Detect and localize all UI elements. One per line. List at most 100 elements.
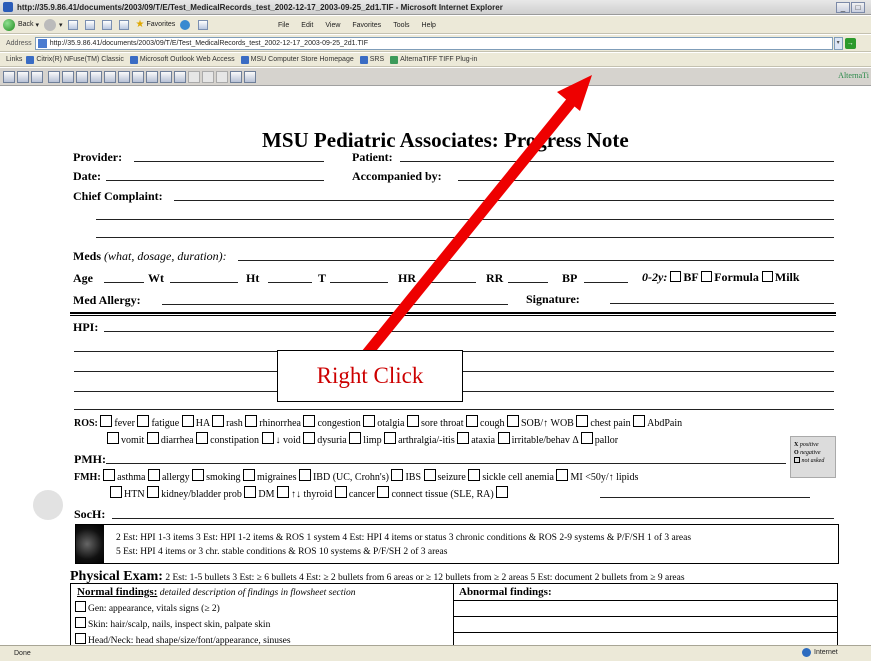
link-citrix[interactable]: Citrix(R) NFuse(TM) Classic [26, 55, 124, 64]
page-next-icon[interactable] [160, 70, 172, 83]
ros-chest-pain-checkbox[interactable] [576, 415, 589, 427]
ros-irritable-checkbox[interactable] [497, 432, 510, 444]
ros-cough-checkbox[interactable] [466, 415, 478, 427]
fmh-cancer-checkbox[interactable] [334, 486, 347, 498]
milk-checkbox[interactable] [761, 271, 773, 282]
fmh-connect-tissue-checkbox[interactable] [377, 486, 390, 498]
fmh-allergy: allergy [161, 472, 190, 483]
patient-label: Patient: [352, 150, 393, 164]
ros-pallor-checkbox[interactable] [580, 432, 593, 444]
menu-favorites[interactable]: Favorites [352, 22, 381, 29]
link-msu-store[interactable]: MSU Computer Store Homepage [240, 55, 354, 64]
page-view-icon[interactable] [118, 70, 130, 83]
rotate-icon[interactable] [174, 70, 186, 83]
ros-abdpain-checkbox[interactable] [633, 415, 646, 427]
fit-width-icon[interactable] [90, 70, 102, 83]
fmh-ibd-checkbox[interactable] [298, 469, 311, 481]
link-outlook[interactable]: Microsoft Outlook Web Access [129, 55, 235, 64]
fmh-seizure-checkbox[interactable] [423, 469, 436, 481]
invert-icon[interactable] [230, 70, 242, 83]
ros-congestion-checkbox[interactable] [303, 415, 316, 427]
history-button[interactable] [198, 19, 210, 30]
link-srs[interactable]: SRS [359, 55, 384, 64]
menu-view[interactable]: View [325, 22, 340, 29]
menu-edit[interactable]: Edit [301, 22, 313, 29]
refresh-button[interactable] [84, 19, 97, 30]
copy-icon[interactable] [31, 70, 43, 83]
bf-checkbox[interactable] [670, 271, 682, 282]
normal-note: detailed description of findings in flow… [159, 588, 356, 598]
pe-criteria: 2 Est: 1-5 bullets 3 Est: ≥ 6 bullets 4 … [165, 573, 685, 583]
ros-arthralgia-checkbox[interactable] [384, 432, 397, 444]
ros-vomit-checkbox[interactable] [107, 432, 119, 444]
fmh-sickle-cell-checkbox[interactable] [468, 469, 481, 481]
forward-button[interactable]: ▾ [44, 18, 63, 31]
fmh-mi-checkbox[interactable] [556, 469, 569, 481]
rr-label: RR [486, 271, 504, 285]
ros-rhinorrhea-checkbox[interactable] [245, 415, 258, 427]
fmh-asthma-checkbox[interactable] [103, 469, 116, 481]
chief-complaint-label: Chief Complaint: [73, 189, 163, 203]
fmh-allergy-checkbox[interactable] [147, 469, 160, 481]
exam-gen-checkbox[interactable] [75, 601, 86, 612]
scroll-right-icon[interactable] [216, 70, 228, 83]
stop-button[interactable] [67, 19, 80, 30]
address-input[interactable]: http://35.9.86.41/documents/2003/09/T/E/… [34, 36, 833, 50]
search-button[interactable] [118, 19, 131, 30]
media-button[interactable] [180, 19, 193, 30]
link-alternatiff[interactable]: AlternaTIFF TIFF Plug-in [390, 55, 477, 64]
fmh-ibs-checkbox[interactable] [391, 469, 404, 481]
link-icon [26, 55, 35, 64]
fit-height-icon[interactable] [104, 70, 116, 83]
minimize-button[interactable]: _ [836, 2, 850, 13]
fmh-dm-checkbox[interactable] [244, 486, 257, 498]
go-button[interactable]: → [844, 37, 856, 49]
ros-ha-checkbox[interactable] [181, 415, 194, 427]
fmh-dm: DM [258, 489, 275, 500]
fmh-other-checkbox[interactable] [496, 486, 509, 498]
menu-tools[interactable]: Tools [393, 22, 409, 29]
fmh-htn-checkbox[interactable] [110, 486, 122, 498]
ros-dysuria-checkbox[interactable] [303, 432, 316, 444]
ros-sob-checkbox[interactable] [506, 415, 519, 427]
scroll-up-icon[interactable] [202, 70, 214, 83]
page-prev-icon[interactable] [146, 70, 158, 83]
ros-otalgia-checkbox[interactable] [363, 415, 376, 427]
ros-rash-checkbox[interactable] [212, 415, 225, 427]
bf-label: BF [683, 270, 699, 284]
fit-window-icon[interactable] [76, 70, 88, 83]
exam-skin-checkbox[interactable] [75, 617, 86, 628]
ros-ataxia-checkbox[interactable] [457, 432, 470, 444]
ros-void-checkbox[interactable] [261, 432, 274, 444]
exam-head-checkbox[interactable] [75, 633, 86, 644]
fmh-smoking-checkbox[interactable] [192, 469, 205, 481]
back-button[interactable]: Back ▾ [3, 18, 39, 31]
zoom-icon[interactable] [48, 70, 60, 83]
page-first-icon[interactable] [132, 70, 144, 83]
link-msu-store-label: MSU Computer Store Homepage [250, 56, 354, 63]
menu-help[interactable]: Help [422, 22, 436, 29]
formula-checkbox[interactable] [701, 271, 713, 282]
print-icon[interactable] [3, 70, 15, 83]
help-icon[interactable] [244, 70, 256, 83]
save-icon[interactable] [17, 70, 29, 83]
hand-icon[interactable] [62, 70, 74, 83]
maximize-button[interactable]: □ [851, 2, 865, 13]
fmh-migraines-checkbox[interactable] [243, 469, 256, 481]
allergy-label: Med Allergy: [73, 293, 141, 307]
ros-constipation-checkbox[interactable] [196, 432, 209, 444]
ros-fatigue-checkbox[interactable] [137, 415, 150, 427]
scroll-left-icon[interactable] [188, 70, 200, 83]
ros-limp-checkbox[interactable] [349, 432, 362, 444]
ros-fever-checkbox[interactable] [100, 415, 113, 427]
menu-file[interactable]: File [278, 22, 289, 29]
fmh-thyroid-checkbox[interactable] [277, 486, 289, 498]
pe-title: Physical Exam: [70, 569, 163, 584]
address-dropdown[interactable]: ▾ [833, 36, 843, 50]
ros-diarrhea-checkbox[interactable] [146, 432, 159, 444]
favorites-button[interactable]: ★ Favorites [136, 19, 176, 30]
fmh-kidney-checkbox[interactable] [147, 486, 160, 498]
home-button[interactable] [101, 19, 114, 30]
ros-sore-throat-checkbox[interactable] [407, 415, 419, 427]
fmh-kidney: kidney/bladder prob [161, 489, 242, 500]
